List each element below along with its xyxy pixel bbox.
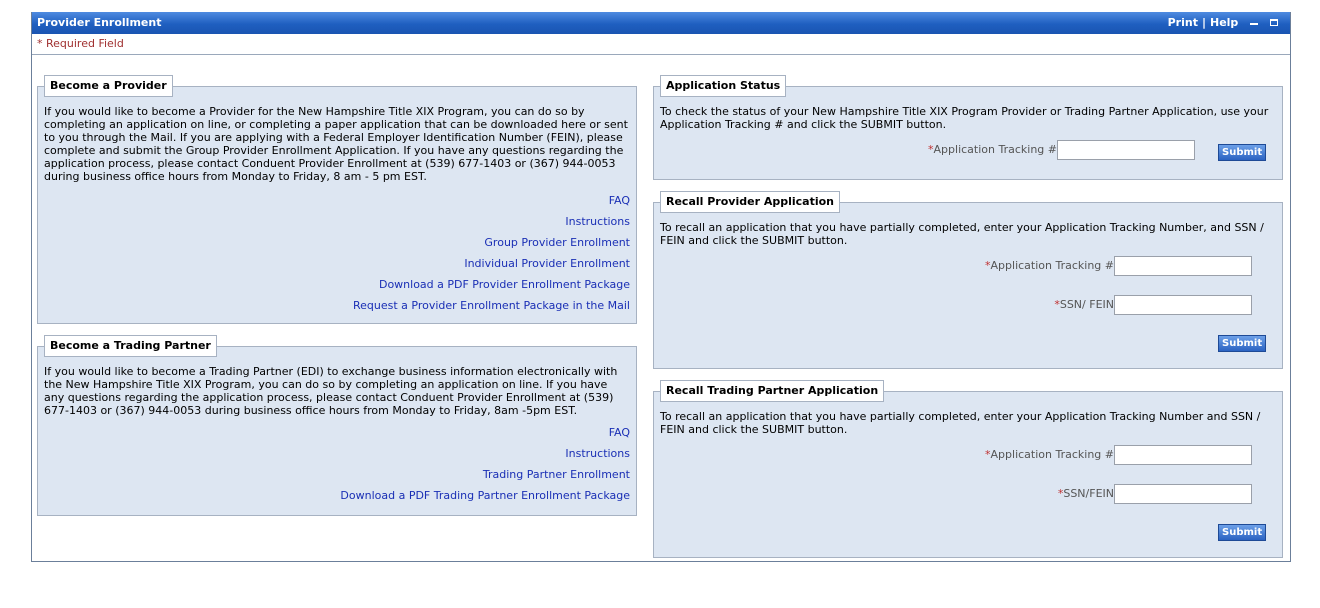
status-submit-button[interactable]: Submit bbox=[1218, 144, 1267, 161]
application-status-panel: Application Status To check the status o… bbox=[653, 75, 1283, 180]
become-provider-description: If you would like to become a Provider f… bbox=[44, 105, 628, 183]
become-provider-legend: Become a Provider bbox=[44, 75, 173, 97]
portlet-titlebar: Provider Enrollment Print | Help bbox=[32, 12, 1290, 34]
recall-trading-submit-button[interactable]: Submit bbox=[1218, 524, 1267, 541]
trading-partner-enrollment-link[interactable]: Trading Partner Enrollment bbox=[340, 468, 630, 489]
provider-enrollment-portlet: Provider Enrollment Print | Help * Require… bbox=[31, 12, 1291, 562]
recall-trading-partner-legend: Recall Trading Partner Application bbox=[660, 380, 885, 402]
recall-provider-panel: Recall Provider Application To recall an… bbox=[653, 191, 1283, 369]
request-provider-package-link[interactable]: Request a Provider Enrollment Package in… bbox=[353, 299, 630, 320]
application-status-description: To check the status of your New Hampshir… bbox=[660, 105, 1269, 131]
recall-trading-ssn-input[interactable] bbox=[1114, 484, 1252, 504]
recall-provider-ssn-row: *SSN/ FEIN bbox=[1054, 294, 1252, 316]
recall-trading-partner-panel: Recall Trading Partner Application To re… bbox=[653, 380, 1283, 558]
recall-trading-ssn-row: *SSN/FEIN bbox=[1058, 483, 1252, 505]
become-trading-partner-legend: Become a Trading Partner bbox=[44, 335, 217, 357]
maximize-icon[interactable] bbox=[1270, 18, 1278, 26]
recall-provider-ssn-input[interactable] bbox=[1114, 295, 1252, 315]
become-provider-panel: Become a Provider If you would like to b… bbox=[37, 75, 637, 324]
individual-provider-enrollment-link[interactable]: Individual Provider Enrollment bbox=[353, 257, 630, 278]
recall-provider-ssn-label: SSN/ FEIN bbox=[1059, 298, 1114, 311]
recall-provider-tracking-row: *Application Tracking # bbox=[985, 255, 1252, 277]
download-provider-package-link[interactable]: Download a PDF Provider Enrollment Packa… bbox=[353, 278, 630, 299]
recall-trading-partner-description: To recall an application that you have p… bbox=[660, 410, 1261, 436]
titlebar-actions: Print | Help bbox=[1168, 12, 1278, 34]
portlet-title: Provider Enrollment bbox=[37, 16, 162, 29]
help-link[interactable]: Help bbox=[1210, 16, 1238, 29]
recall-trading-tracking-row: *Application Tracking # bbox=[985, 444, 1252, 466]
required-field-note: * Required Field bbox=[32, 34, 1290, 55]
minimize-icon[interactable] bbox=[1250, 19, 1259, 25]
become-trading-partner-description: If you would like to become a Trading Pa… bbox=[44, 365, 618, 417]
recall-provider-tracking-input[interactable] bbox=[1114, 256, 1252, 276]
provider-instructions-link[interactable]: Instructions bbox=[353, 215, 630, 236]
recall-provider-legend: Recall Provider Application bbox=[660, 191, 840, 213]
status-tracking-row: *Application Tracking # bbox=[928, 139, 1195, 161]
download-trading-package-link[interactable]: Download a PDF Trading Partner Enrollmen… bbox=[340, 489, 630, 510]
recall-provider-description: To recall an application that you have p… bbox=[660, 221, 1264, 247]
application-status-legend: Application Status bbox=[660, 75, 787, 97]
recall-trading-tracking-input[interactable] bbox=[1114, 445, 1252, 465]
trading-instructions-link[interactable]: Instructions bbox=[340, 447, 630, 468]
become-provider-links: FAQ Instructions Group Provider Enrollme… bbox=[353, 194, 630, 320]
provider-faq-link[interactable]: FAQ bbox=[353, 194, 630, 215]
become-trading-partner-links: FAQ Instructions Trading Partner Enrollm… bbox=[340, 426, 630, 510]
group-provider-enrollment-link[interactable]: Group Provider Enrollment bbox=[353, 236, 630, 257]
recall-provider-tracking-label: Application Tracking # bbox=[990, 259, 1114, 272]
title-separator: | bbox=[1201, 16, 1206, 29]
status-tracking-input[interactable] bbox=[1057, 140, 1195, 160]
recall-trading-tracking-label: Application Tracking # bbox=[990, 448, 1114, 461]
recall-trading-ssn-label: SSN/FEIN bbox=[1063, 487, 1114, 500]
print-link[interactable]: Print bbox=[1168, 16, 1198, 29]
recall-provider-submit-button[interactable]: Submit bbox=[1218, 335, 1267, 352]
status-tracking-label: Application Tracking # bbox=[933, 143, 1057, 156]
become-trading-partner-panel: Become a Trading Partner If you would li… bbox=[37, 335, 637, 516]
trading-faq-link[interactable]: FAQ bbox=[340, 426, 630, 447]
